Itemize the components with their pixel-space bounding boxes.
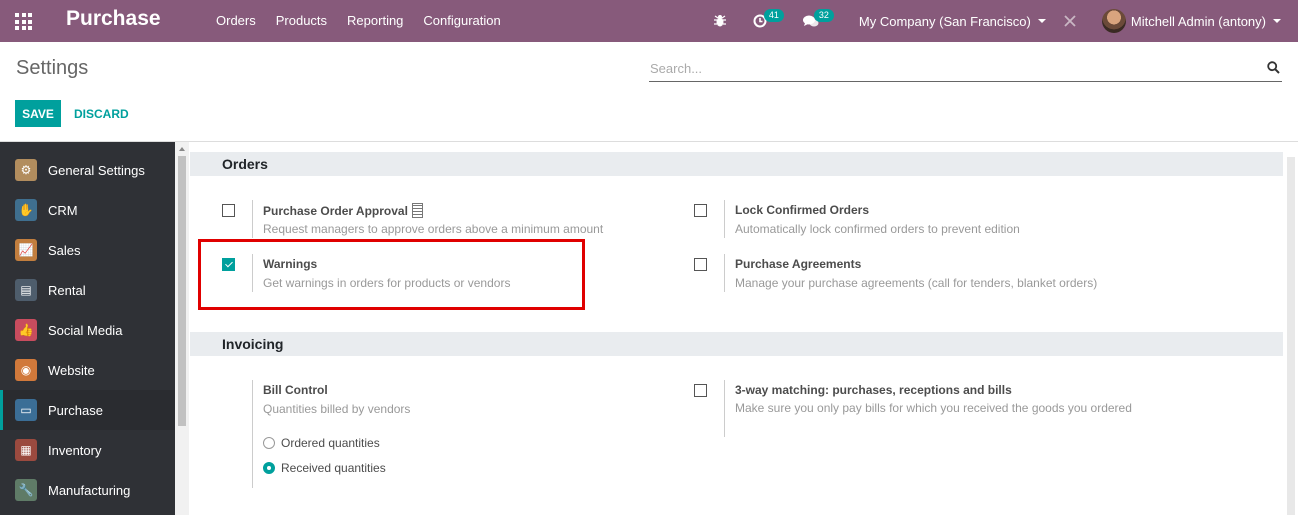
app-brand[interactable]: Purchase xyxy=(66,7,161,31)
search-bar xyxy=(649,57,1282,82)
apps-menu-icon[interactable] xyxy=(15,13,32,30)
handshake-icon: ✋ xyxy=(15,199,37,221)
setting-title: Purchase Order Approval xyxy=(263,204,408,218)
purchase-agreements-title: Purchase Agreements xyxy=(735,257,862,271)
search-icon[interactable] xyxy=(1267,61,1280,74)
radio-ordered-quantities[interactable]: Ordered quantities xyxy=(263,436,380,450)
avatar xyxy=(1101,9,1126,33)
sidebar-item-crm[interactable]: ✋ CRM xyxy=(0,190,175,230)
scrollbar-thumb[interactable] xyxy=(1287,157,1295,515)
three-way-matching-title: 3-way matching: purchases, receptions an… xyxy=(735,383,1012,397)
three-way-matching-checkbox[interactable] xyxy=(694,384,707,397)
main-menu: Orders Products Reporting Configuration xyxy=(206,0,511,42)
menu-configuration[interactable]: Configuration xyxy=(413,0,510,42)
sidebar-item-rental[interactable]: ▤ Rental xyxy=(0,270,175,310)
sidebar-item-social-media[interactable]: 👍 Social Media xyxy=(0,310,175,350)
lock-confirmed-orders-checkbox[interactable] xyxy=(694,204,707,217)
menu-products[interactable]: Products xyxy=(266,0,337,42)
scrollbar-thumb[interactable] xyxy=(178,156,186,426)
user-menu[interactable]: Mitchell Admin (antony) xyxy=(1101,0,1281,42)
content-scrollbar[interactable] xyxy=(1284,142,1298,515)
sidebar-item-label: Website xyxy=(48,362,95,378)
divider xyxy=(724,200,725,238)
sidebar-item-label: Sales xyxy=(48,242,81,258)
top-navbar: Purchase Orders Products Reporting Confi… xyxy=(0,0,1298,42)
radio-label: Ordered quantities xyxy=(281,436,380,450)
purchase-order-approval-title: Purchase Order Approval xyxy=(263,203,423,218)
three-way-matching-desc: Make sure you only pay bills for which y… xyxy=(735,401,1132,415)
sidebar-item-sales[interactable]: 📈 Sales xyxy=(0,230,175,270)
caret-down-icon xyxy=(1037,19,1046,23)
box-icon: ▦ xyxy=(15,439,37,461)
radio-label: Received quantities xyxy=(281,461,386,475)
wrench-icon: 🔧 xyxy=(15,479,37,501)
menu-reporting[interactable]: Reporting xyxy=(337,0,413,42)
systray: 41 32 My Company (San Francisco) Mitchel… xyxy=(701,0,1298,42)
purchase-agreements-checkbox[interactable] xyxy=(694,258,707,271)
radio-button[interactable] xyxy=(263,437,275,449)
save-button[interactable]: SAVE xyxy=(15,100,61,127)
lock-confirmed-orders-title: Lock Confirmed Orders xyxy=(735,203,870,217)
bill-control-desc: Quantities billed by vendors xyxy=(263,402,411,416)
message-count-badge: 32 xyxy=(813,9,834,22)
divider xyxy=(0,141,1298,142)
building-icon xyxy=(411,203,423,218)
close-x-icon[interactable] xyxy=(1064,0,1076,42)
sidebar-item-manufacturing[interactable]: 🔧 Manufacturing xyxy=(0,470,175,510)
activity-clock-button[interactable]: 41 xyxy=(753,0,784,42)
bill-control-title: Bill Control xyxy=(263,383,328,397)
divider xyxy=(724,380,725,437)
lock-confirmed-orders-desc: Automatically lock confirmed orders to p… xyxy=(735,222,1020,236)
sidebar-item-website[interactable]: ◉ Website xyxy=(0,350,175,390)
divider xyxy=(724,254,725,292)
purchase-agreements-desc: Manage your purchase agreements (call fo… xyxy=(735,276,1098,290)
sidebar-item-purchase[interactable]: ▭ Purchase xyxy=(0,390,175,430)
sidebar-item-label: Rental xyxy=(48,282,86,298)
sidebar-item-label: Inventory xyxy=(48,442,102,458)
purchase-order-approval-checkbox[interactable] xyxy=(222,204,235,217)
caret-down-icon xyxy=(1273,19,1281,23)
sidebar-item-label: Social Media xyxy=(48,322,123,338)
thumbs-up-icon: 👍 xyxy=(15,319,37,341)
company-switcher[interactable]: My Company (San Francisco) xyxy=(859,0,1046,42)
scroll-up-arrow-icon[interactable] xyxy=(179,147,185,151)
debug-bug-icon[interactable] xyxy=(713,0,727,42)
divider xyxy=(252,200,253,238)
invoicing-section-heading: Invoicing xyxy=(190,332,1283,356)
activity-count-badge: 41 xyxy=(763,9,784,22)
sidebar-scrollbar[interactable] xyxy=(175,142,189,515)
menu-orders[interactable]: Orders xyxy=(206,0,266,42)
sidebar-item-inventory[interactable]: ▦ Inventory xyxy=(0,430,175,470)
credit-card-icon: ▭ xyxy=(15,399,37,421)
company-name: My Company (San Francisco) xyxy=(858,13,1031,29)
rental-icon: ▤ xyxy=(15,279,37,301)
chart-icon: 📈 xyxy=(15,239,37,261)
purchase-order-approval-desc: Request managers to approve orders above… xyxy=(263,222,604,236)
globe-icon: ◉ xyxy=(15,359,37,381)
divider xyxy=(252,380,253,488)
sidebar-item-label: Manufacturing xyxy=(48,482,131,498)
highlight-box xyxy=(198,239,585,310)
messages-button[interactable]: 32 xyxy=(802,0,834,42)
settings-sidebar: ⚙ General Settings ✋ CRM 📈 Sales ▤ Renta… xyxy=(0,142,175,515)
user-name: Mitchell Admin (antony) xyxy=(1130,13,1266,29)
discard-button[interactable]: DISCARD xyxy=(72,100,131,127)
radio-received-quantities[interactable]: Received quantities xyxy=(263,461,386,475)
gear-icon: ⚙ xyxy=(15,159,37,181)
sidebar-item-label: General Settings xyxy=(48,162,145,178)
radio-button[interactable] xyxy=(263,462,275,474)
sidebar-item-label: CRM xyxy=(48,202,78,218)
sidebar-item-general-settings[interactable]: ⚙ General Settings xyxy=(0,150,175,190)
page-title: Settings xyxy=(16,57,89,79)
sidebar-item-label: Purchase xyxy=(48,402,103,418)
orders-section-heading: Orders xyxy=(190,152,1283,176)
search-input[interactable] xyxy=(649,57,1249,79)
